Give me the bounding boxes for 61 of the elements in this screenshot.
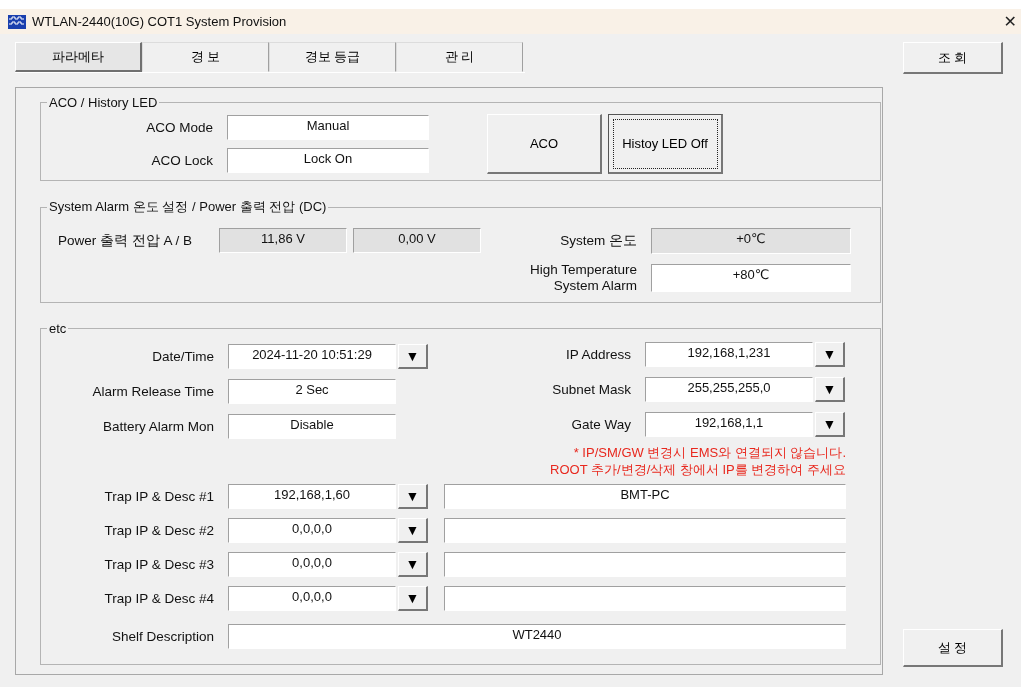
- action-button[interactable]: Histoy LED Off: [608, 114, 723, 174]
- value-field[interactable]: Lock On: [227, 148, 429, 173]
- field-label: Trap IP & Desc #3: [103, 556, 215, 573]
- tab[interactable]: 경보 등급: [269, 42, 396, 72]
- dropdown-button[interactable]: ▼: [815, 377, 845, 402]
- description-field[interactable]: [444, 586, 846, 611]
- field-label: High Temperature System Alarm: [528, 262, 638, 294]
- value-field[interactable]: 192,168,1,1: [645, 412, 813, 437]
- warning-text: * IP/SM/GW 변경시 EMS와 연결되지 않습니다.: [573, 444, 846, 461]
- tab[interactable]: 파라메타: [15, 42, 142, 72]
- close-button[interactable]: ✕: [1003, 12, 1017, 31]
- ip-field[interactable]: 192,168,1,60: [228, 484, 396, 509]
- dropdown-button[interactable]: ▼: [398, 484, 428, 509]
- dropdown-button[interactable]: ▼: [398, 344, 428, 369]
- value-field[interactable]: 2 Sec: [228, 379, 396, 404]
- field-label: Date/Time: [151, 348, 215, 365]
- action-button[interactable]: ACO: [487, 114, 602, 174]
- field-label: Trap IP & Desc #4: [103, 590, 215, 607]
- dropdown-button[interactable]: ▼: [398, 586, 428, 611]
- dropdown-button[interactable]: ▼: [815, 342, 845, 367]
- field-label: Trap IP & Desc #2: [103, 522, 215, 539]
- tab[interactable]: 관 리: [396, 42, 523, 72]
- field-label: Alarm Release Time: [91, 383, 215, 400]
- value-field: +0℃: [651, 228, 851, 254]
- value-field[interactable]: Disable: [228, 414, 396, 439]
- field-label: Subnet Mask: [551, 381, 632, 398]
- group-title: ACO / History LED: [48, 95, 159, 110]
- description-field[interactable]: WT2440: [228, 624, 846, 649]
- value-field[interactable]: 2024-11-20 10:51:29: [228, 344, 396, 369]
- value-field: 0,00 V: [353, 228, 481, 253]
- field-label: IP Address: [564, 346, 632, 363]
- group-title: System Alarm 온도 설정 / Power 출력 전압 (DC): [48, 198, 328, 216]
- set-button[interactable]: 설 정: [903, 629, 1003, 667]
- description-field[interactable]: [444, 518, 846, 543]
- tab[interactable]: 경 보: [142, 42, 269, 72]
- field-label: ACO Lock: [150, 152, 214, 169]
- dropdown-button[interactable]: ▼: [398, 518, 428, 543]
- ip-field[interactable]: 0,0,0,0: [228, 518, 396, 543]
- ip-field[interactable]: 0,0,0,0: [228, 552, 396, 577]
- value-field[interactable]: 192,168,1,231: [645, 342, 813, 367]
- field-label: Power 출력 전압 A / B: [57, 232, 194, 249]
- field-label: Battery Alarm Mon: [101, 418, 215, 435]
- description-field[interactable]: BMT-PC: [444, 484, 846, 509]
- query-button[interactable]: 조 회: [903, 42, 1003, 74]
- warning-text: ROOT 추가/변경/삭제 창에서 IP를 변경하여 주세요: [550, 461, 846, 478]
- app-icon: [8, 14, 26, 29]
- field-label: ACO Mode: [145, 119, 214, 136]
- dropdown-button[interactable]: ▼: [815, 412, 845, 437]
- value-field: 11,86 V: [219, 228, 347, 253]
- field-label: Shelf Description: [110, 628, 215, 645]
- value-field[interactable]: +80℃: [651, 264, 851, 292]
- field-label: Gate Way: [570, 416, 632, 433]
- description-field[interactable]: [444, 552, 846, 577]
- value-field[interactable]: Manual: [227, 115, 429, 140]
- field-label: System 온도: [559, 233, 638, 249]
- window-title: WTLAN-2440(10G) COT1 System Provision: [32, 14, 288, 29]
- ip-field[interactable]: 0,0,0,0: [228, 586, 396, 611]
- dropdown-button[interactable]: ▼: [398, 552, 428, 577]
- group-title: etc: [48, 321, 68, 336]
- field-label: Trap IP & Desc #1: [103, 488, 215, 505]
- value-field[interactable]: 255,255,255,0: [645, 377, 813, 402]
